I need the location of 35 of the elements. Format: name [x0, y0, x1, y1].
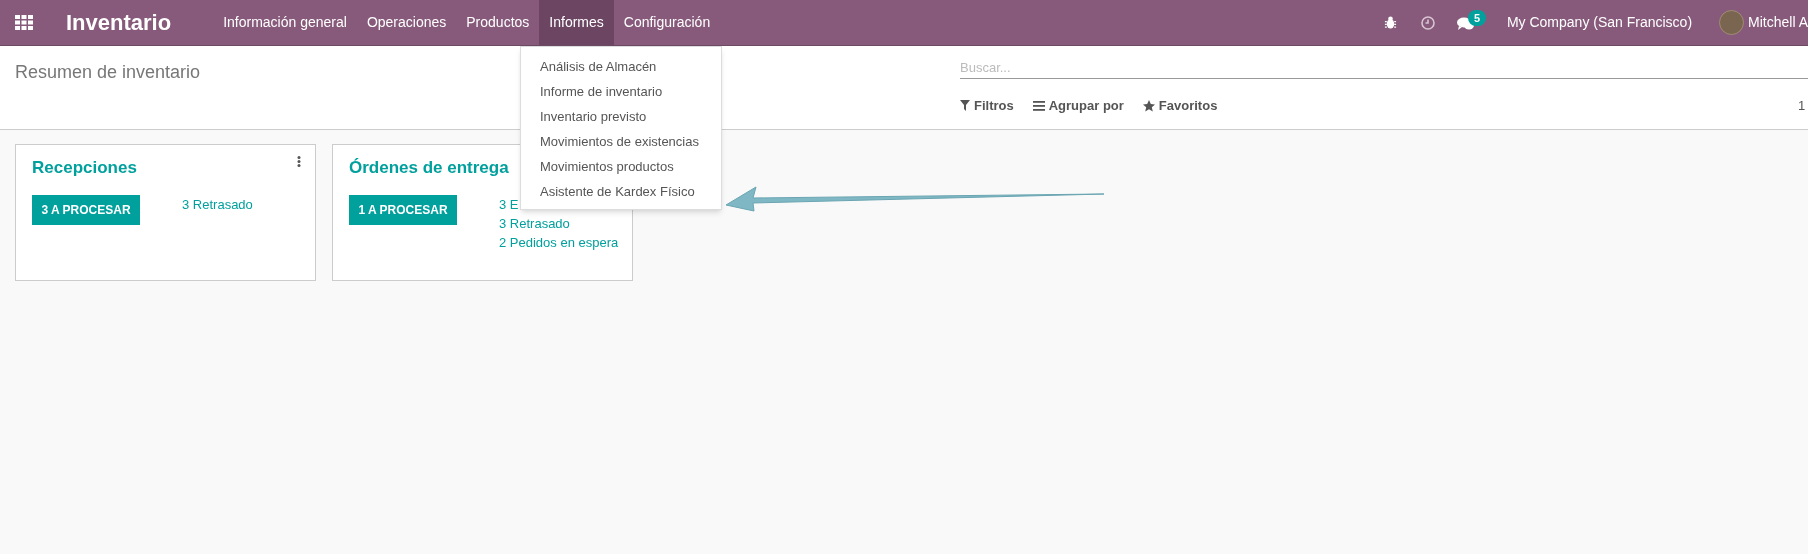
- bug-icon[interactable]: [1383, 16, 1397, 29]
- dropdown-item[interactable]: Inventario previsto: [521, 104, 721, 129]
- menu-tab[interactable]: Configuración: [613, 0, 721, 45]
- dropdown-item[interactable]: Movimientos de existencias: [521, 129, 721, 154]
- dropdown-item[interactable]: Asistente de Kardex Físico: [521, 179, 721, 204]
- filter-toggle[interactable]: Agrupar por: [1048, 96, 1124, 116]
- menu-tab[interactable]: Información general: [213, 0, 357, 45]
- menu-tab[interactable]: Operaciones: [356, 0, 457, 45]
- card-title[interactable]: Órdenes de entrega: [349, 155, 509, 181]
- filter-toggle[interactable]: Filtros: [974, 96, 1014, 116]
- dropdown-item[interactable]: Movimientos productos: [521, 154, 721, 179]
- filter-icon: [960, 100, 970, 112]
- search-field[interactable]: Buscar...: [960, 57, 1808, 79]
- kebab-menu-icon[interactable]: [297, 156, 301, 167]
- star-icon: [1142, 99, 1155, 112]
- breadcrumb-title: Resumen de inventario: [15, 61, 201, 84]
- clock-icon[interactable]: [1420, 15, 1435, 30]
- user-menu[interactable]: Mitchell A: [1748, 12, 1808, 33]
- status-link[interactable]: 2 Pedidos en espera: [499, 232, 619, 252]
- dropdown-item[interactable]: Informe de inventario: [521, 79, 721, 104]
- card-title[interactable]: Recepciones: [32, 155, 137, 181]
- process-button[interactable]: 1 A PROCESAR: [349, 194, 457, 225]
- list-icon: [1032, 100, 1045, 111]
- process-button[interactable]: 3 A PROCESAR: [32, 194, 140, 225]
- menu-tab[interactable]: Informes: [539, 0, 614, 45]
- dropdown-item[interactable]: Análisis de Almacén: [521, 54, 721, 79]
- status-link[interactable]: 3 Retrasado: [499, 213, 619, 233]
- menu-tab[interactable]: Productos: [456, 0, 540, 45]
- company-switcher[interactable]: My Company (San Francisco): [1506, 12, 1693, 33]
- filter-toggle[interactable]: Favoritos: [1158, 96, 1218, 116]
- apps-menu-icon[interactable]: [15, 15, 33, 30]
- status-link[interactable]: 3 Retrasado: [182, 194, 253, 214]
- message-count-badge: 5: [1467, 9, 1487, 26]
- app-title: Inventario: [66, 9, 172, 37]
- pager-value: 1: [1798, 97, 1806, 115]
